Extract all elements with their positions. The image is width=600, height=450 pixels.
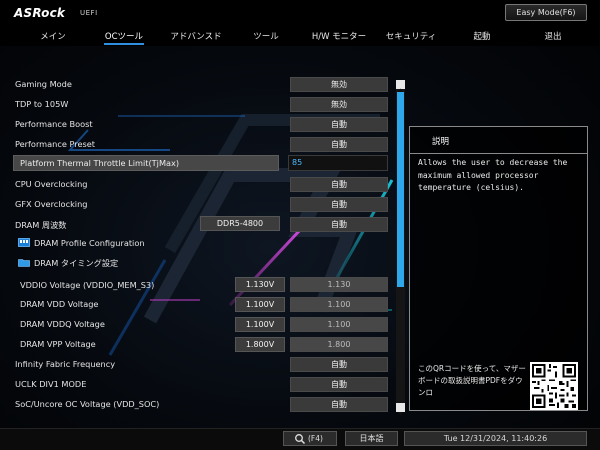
thermal-throttle-label: Platform Thermal Throttle Limit(TjMax): [20, 158, 180, 168]
tdp-label: TDP to 105W: [15, 99, 69, 109]
easy-mode-button[interactable]: Easy Mode(F6): [505, 4, 587, 21]
tab-exit[interactable]: 退出: [544, 30, 561, 42]
gaming-mode-select[interactable]: 無効: [290, 77, 388, 92]
datetime-display: Tue 12/31/2024, 11:40:26: [404, 431, 587, 446]
description-text: Allows the user to decrease the maximum …: [418, 158, 568, 192]
tab-tool[interactable]: ツール: [253, 30, 279, 42]
scrollbar-thumb[interactable]: [397, 92, 404, 287]
performance-preset-select[interactable]: 自動: [290, 137, 388, 152]
dram-vddq-voltage-input[interactable]: 1.100: [290, 317, 388, 332]
dram-frequency-label: DRAM 周波数: [15, 220, 67, 230]
description-panel: 説明 Allows the user to decrease the maxim…: [409, 126, 588, 411]
bios-screen: ASRock UEFI Easy Mode(F6) メイン OCツール アドバン…: [0, 0, 600, 450]
asrock-logo: ASRock: [14, 6, 66, 20]
vddio-voltage-current: 1.130V: [235, 277, 285, 292]
dram-vpp-voltage-label: DRAM VPP Voltage: [20, 339, 96, 349]
dram-profile-config-label: DRAM Profile Configuration: [34, 238, 145, 248]
dram-timing-link[interactable]: DRAM タイミング設定: [18, 257, 118, 269]
tab-oc-tweaker[interactable]: OCツール: [105, 30, 143, 42]
dram-timing-label: DRAM タイミング設定: [34, 258, 119, 268]
tdp-select[interactable]: 無効: [290, 97, 388, 112]
soc-voltage-select[interactable]: 自動: [290, 397, 388, 412]
cpu-overclocking-select[interactable]: 自動: [290, 177, 388, 192]
dram-vpp-voltage-input[interactable]: 1.800: [290, 337, 388, 352]
vddio-voltage-input[interactable]: 1.130: [290, 277, 388, 292]
dram-vddq-voltage-current: 1.100V: [235, 317, 285, 332]
gaming-mode-label: Gaming Mode: [15, 79, 72, 89]
language-button[interactable]: 日本語: [345, 431, 398, 446]
vddio-voltage-label: VDDIO Voltage (VDDIO_MEM_S3): [20, 280, 155, 290]
uefi-label: UEFI: [80, 9, 98, 17]
infinity-fabric-label: Infinity Fabric Frequency: [15, 359, 116, 369]
performance-preset-label: Performance Preset: [15, 139, 96, 149]
search-icon: [295, 434, 306, 445]
search-shortcut-label: (F4): [308, 434, 323, 443]
soc-voltage-label: SoC/Uncore OC Voltage (VDD_SOC): [15, 399, 160, 409]
dram-frequency-current: DDR5-4800: [200, 216, 280, 231]
cpu-overclocking-label: CPU Overclocking: [15, 179, 88, 189]
search-button[interactable]: (F4): [283, 431, 337, 446]
thermal-throttle-input[interactable]: 85: [288, 155, 388, 171]
uclk-div1-select[interactable]: 自動: [290, 377, 388, 392]
dram-vddq-voltage-label: DRAM VDDQ Voltage: [20, 319, 105, 329]
dram-frequency-select[interactable]: 自動: [290, 217, 388, 232]
tab-security[interactable]: セキュリティ: [386, 30, 437, 42]
folder-icon: [18, 259, 30, 267]
tab-hw-monitor[interactable]: H/W モニター: [312, 30, 366, 42]
performance-boost-label: Performance Boost: [15, 119, 93, 129]
scroll-up-button[interactable]: [396, 80, 405, 92]
tab-boot[interactable]: 起動: [473, 30, 490, 42]
qr-code: [530, 362, 578, 410]
active-tab-indicator: [104, 43, 144, 45]
dram-vdd-voltage-label: DRAM VDD Voltage: [20, 299, 99, 309]
qr-caption: このQRコードを使って、マザーボードの取扱説明書PDFをダウンロ: [418, 364, 526, 397]
dram-profile-config-link[interactable]: DRAM Profile Configuration: [18, 238, 145, 248]
main-nav: メイン OCツール アドバンスド ツール H/W モニター セキュリティ 起動 …: [0, 26, 600, 46]
tab-main[interactable]: メイン: [40, 30, 66, 42]
infinity-fabric-select[interactable]: 自動: [290, 357, 388, 372]
gfx-overclocking-select[interactable]: 自動: [290, 197, 388, 212]
dram-vdd-voltage-current: 1.100V: [235, 297, 285, 312]
triangle-down-icon: [398, 412, 403, 416]
gfx-overclocking-label: GFX Overclocking: [15, 199, 88, 209]
top-bar: ASRock UEFI Easy Mode(F6): [0, 0, 600, 26]
tab-advanced[interactable]: アドバンスド: [170, 30, 221, 42]
description-title: 説明: [432, 137, 450, 147]
scroll-down-button[interactable]: [396, 403, 405, 416]
performance-boost-select[interactable]: 自動: [290, 117, 388, 132]
thermal-throttle-row[interactable]: Platform Thermal Throttle Limit(TjMax): [13, 155, 279, 171]
dram-vpp-voltage-current: 1.800V: [235, 337, 285, 352]
uclk-div1-label: UCLK DIV1 MODE: [15, 379, 87, 389]
memory-module-icon: [18, 238, 30, 247]
description-divider: [410, 153, 587, 154]
dram-vdd-voltage-input[interactable]: 1.100: [290, 297, 388, 312]
